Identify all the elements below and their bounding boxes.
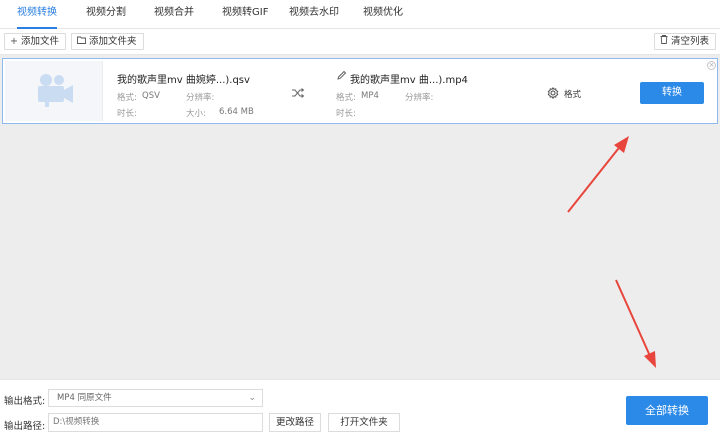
output-settings-bar: 输出格式: MP4 同原文件 ⌄ 输出路径: D:\视频转换 更改路径 打开文件… [0,379,720,435]
chevron-down-icon: ⌄ [248,393,256,403]
clear-list-button[interactable]: 清空列表 [654,33,717,50]
tab-video-remove-watermark[interactable]: 视频去水印 [289,0,339,29]
output-format-value: MP4 [361,91,379,101]
output-format-select[interactable]: MP4 同原文件 ⌄ [48,389,263,407]
tab-video-convert[interactable]: 视频转换 [17,0,57,29]
add-file-button[interactable]: + 添加文件 [4,33,66,50]
gear-icon[interactable] [547,87,559,99]
open-folder-button[interactable]: 打开文件夹 [328,413,400,432]
source-format-label: 格式: [117,93,137,103]
toolbar: + 添加文件 添加文件夹 清空列表 [0,29,720,55]
shuffle-icon [292,88,305,98]
video-camera-icon [38,74,73,107]
output-path-label: 输出路径: [4,421,46,432]
source-duration-label: 时长: [117,109,137,119]
output-path-input[interactable]: D:\视频转换 [48,413,263,432]
convert-all-button[interactable]: 全部转换 [626,396,708,425]
output-duration-label: 时长: [336,109,356,119]
output-file-name: 我的歌声里mv 曲...).mp4 [350,75,468,86]
tab-video-merge[interactable]: 视频合并 [154,0,194,29]
source-size-label: 大小: [186,109,206,119]
add-folder-label: 添加文件夹 [89,36,137,47]
folder-icon [77,34,86,49]
source-size-value: 6.64 MB [219,107,254,117]
source-resolution-label: 分辨率: [186,93,215,103]
convert-button[interactable]: 转换 [640,82,704,104]
output-resolution-label: 分辨率: [405,93,434,103]
tab-video-to-gif[interactable]: 视频转GIF [222,0,268,29]
output-format-label: 输出格式: [4,396,46,407]
remove-file-icon[interactable]: × [707,61,716,70]
file-list-area: 我的歌声里mv 曲婉婷...).qsv 格式: QSV 分辨率: 时长: 大小:… [0,55,720,379]
change-path-button[interactable]: 更改路径 [269,413,321,432]
output-format-label: 格式: [336,93,356,103]
add-file-label: 添加文件 [20,36,59,47]
tab-bar: 视频转换 视频分割 视频合并 视频转GIF 视频去水印 视频优化 [0,0,720,29]
clear-list-label: 清空列表 [671,36,710,47]
source-file-name: 我的歌声里mv 曲婉婷...).qsv [117,75,250,86]
video-thumbnail [5,61,103,121]
add-folder-button[interactable]: 添加文件夹 [71,33,144,50]
format-settings-button[interactable]: 格式 [564,88,581,100]
plus-icon: + [10,36,18,47]
tab-video-optimize[interactable]: 视频优化 [363,0,403,29]
tab-video-split[interactable]: 视频分割 [86,0,126,29]
output-format-value: MP4 同原文件 [57,393,112,403]
file-item[interactable]: 我的歌声里mv 曲婉婷...).qsv 格式: QSV 分辨率: 时长: 大小:… [2,58,718,124]
trash-icon [660,34,668,49]
source-format-value: QSV [142,91,160,101]
edit-pencil-icon[interactable] [336,70,347,81]
